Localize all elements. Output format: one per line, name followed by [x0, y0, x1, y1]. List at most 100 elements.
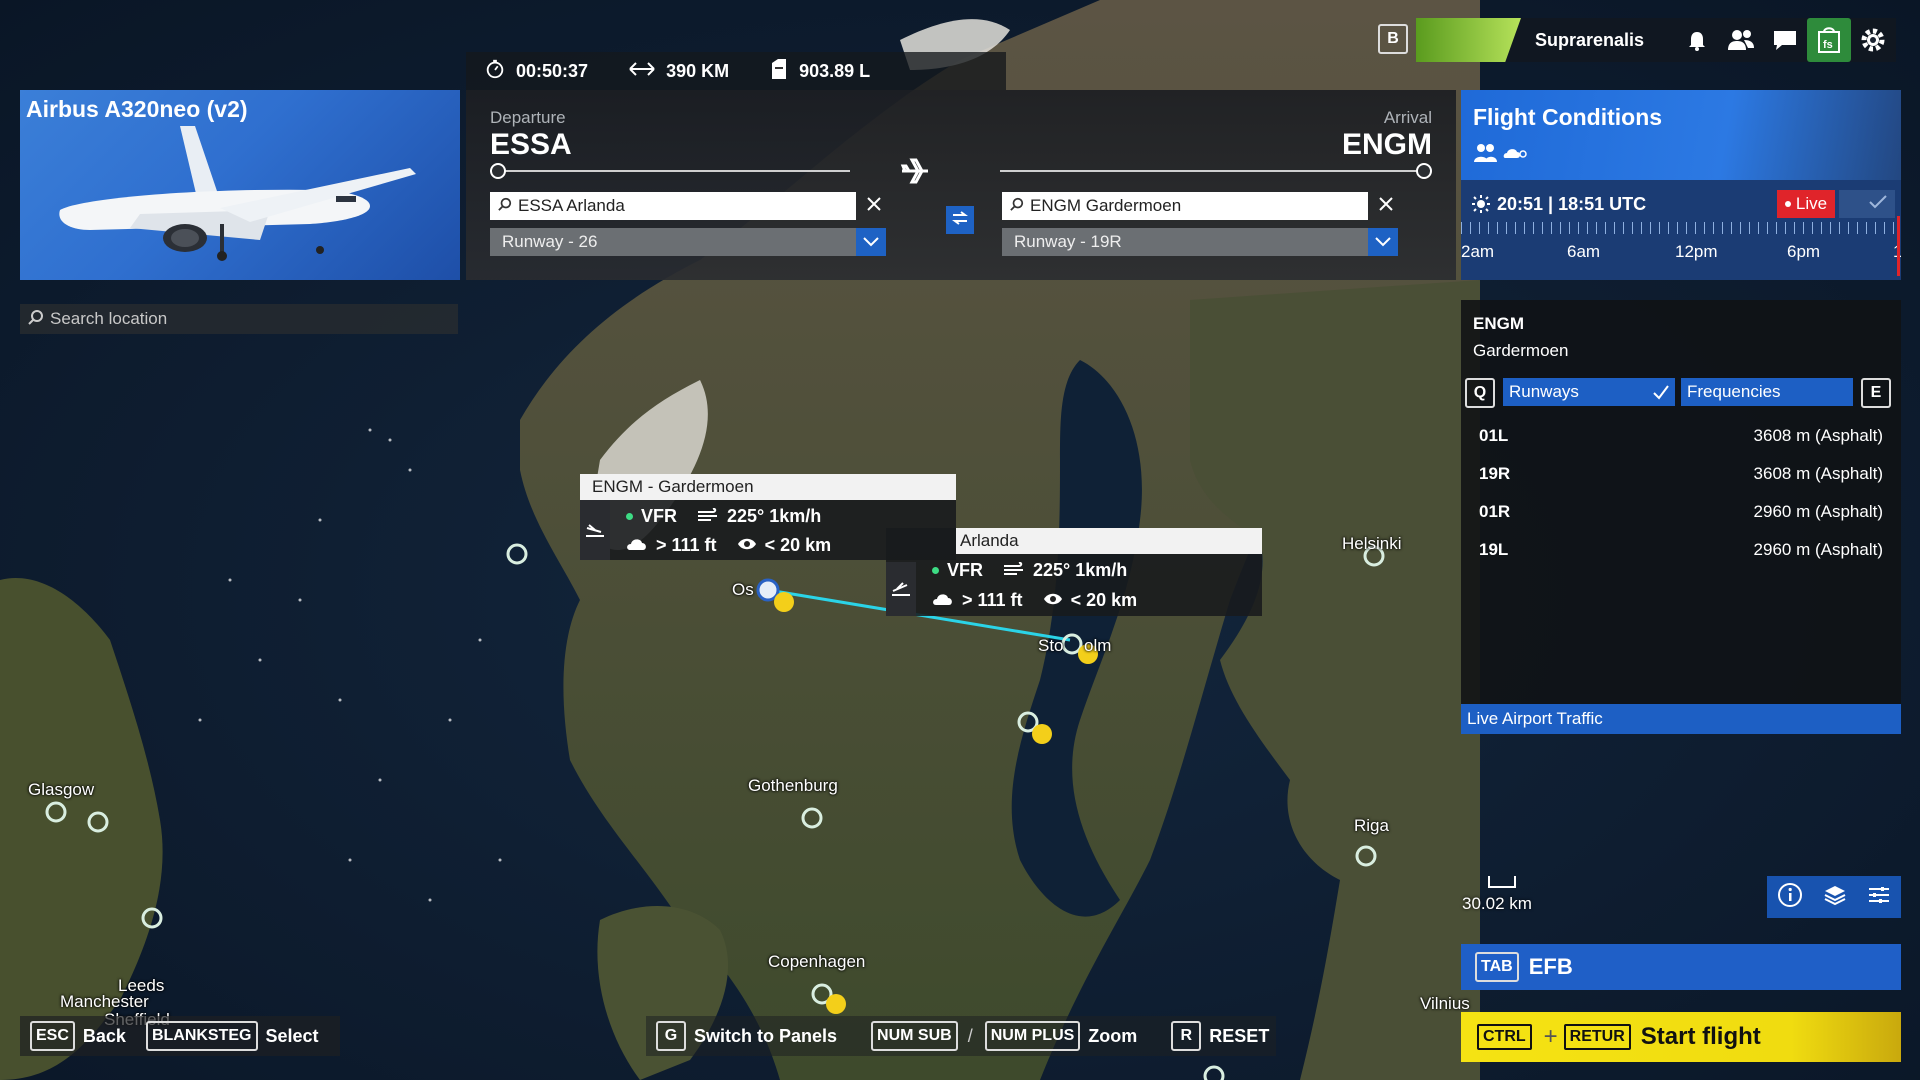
flight-distance: 390 KM	[628, 61, 729, 82]
flight-stats-bar: 00:50:37 390 KM 903.89 L	[466, 52, 1006, 90]
time-slider-handle[interactable]	[1897, 216, 1900, 276]
efb-key: TAB	[1475, 952, 1519, 982]
search-icon	[28, 309, 44, 330]
swap-icon	[951, 210, 969, 230]
runway-row[interactable]: 01R 2960 m (Asphalt)	[1479, 502, 1883, 522]
zoom-label[interactable]: Zoom	[1088, 1026, 1137, 1047]
flight-time: 00:50:37	[484, 58, 588, 85]
vfr-dot-icon	[932, 567, 939, 574]
live-airport-traffic-bar[interactable]: Live Airport Traffic	[1461, 704, 1901, 734]
departure-runway-dropdown[interactable]: Runway - 26	[490, 228, 886, 256]
info-icon[interactable]	[1777, 882, 1803, 913]
prev-tab-key[interactable]: Q	[1465, 378, 1495, 408]
space-key[interactable]: BLANKSTEG	[145, 1021, 258, 1051]
live-airport-traffic-label: Live Airport Traffic	[1467, 709, 1603, 728]
back-label[interactable]: Back	[83, 1026, 126, 1047]
next-tab-key[interactable]: E	[1861, 378, 1891, 408]
stopwatch-icon	[484, 58, 506, 85]
reset-label[interactable]: RESET	[1209, 1026, 1269, 1047]
runway-info: 2960 m (Asphalt)	[1753, 540, 1883, 559]
aircraft-card[interactable]: Airbus A320neo (v2)	[20, 90, 460, 280]
city-label-manchester: Manchester	[60, 992, 149, 1011]
current-time: 20:51 | 18:51 UTC	[1497, 194, 1647, 214]
tooltip-arlanda[interactable]: Arlanda VFR 225° 1km/h > 111 ft < 20 km	[886, 528, 1262, 616]
live-button[interactable]: Live	[1777, 190, 1835, 218]
efb-button[interactable]: TAB EFB	[1461, 944, 1901, 990]
profile-badge[interactable]: B	[1378, 24, 1408, 54]
wind-value: 225° 1km/h	[1033, 560, 1128, 580]
search-location-placeholder: Search location	[50, 309, 168, 328]
city-label-riga: Riga	[1354, 816, 1389, 835]
live-dot-icon	[1784, 201, 1791, 207]
clear-arrival-button[interactable]	[1372, 192, 1400, 220]
arrival-runway-dropdown[interactable]: Runway - 19R	[1002, 228, 1398, 256]
g-key[interactable]: G	[656, 1021, 686, 1051]
username[interactable]: Suprarenalis	[1535, 30, 1675, 51]
search-location-field[interactable]: Search location	[20, 304, 458, 334]
city-label-copenhagen: Copenhagen	[768, 952, 866, 971]
settings-icon[interactable]	[1851, 18, 1895, 62]
tab-runways[interactable]: Runways	[1503, 378, 1675, 406]
time-label-6am: 6am	[1567, 242, 1601, 261]
departure-airport-field[interactable]: ESSA Arlanda	[490, 192, 856, 220]
chevron-down-icon	[1368, 228, 1398, 256]
runway-row[interactable]: 19L 2960 m (Asphalt)	[1479, 540, 1883, 560]
swap-route-button[interactable]	[946, 206, 974, 234]
fuel-can-icon	[769, 58, 789, 85]
r-key[interactable]: R	[1171, 1021, 1202, 1051]
tab-frequencies[interactable]: Frequencies	[1681, 378, 1853, 406]
select-label[interactable]: Select	[266, 1026, 319, 1047]
fs-marketplace-icon[interactable]: fs	[1807, 18, 1851, 62]
num-plus-key[interactable]: NUM PLUS	[984, 1021, 1081, 1051]
flight-conditions-panel[interactable]: Flight Conditions 20:51 | 18:51 UTC Live…	[1461, 90, 1901, 280]
num-sub-key[interactable]: NUM SUB	[871, 1021, 958, 1051]
efb-label: EFB	[1528, 954, 1573, 979]
scale-value: 30.02 km	[1462, 894, 1532, 913]
airplane-icon	[900, 158, 930, 189]
live-toggle[interactable]	[1839, 190, 1895, 218]
visibility-value: < 20 km	[764, 535, 832, 555]
checkmark-icon	[1653, 384, 1669, 405]
start-flight-button[interactable]: CTRL + RETUR Start flight	[1461, 1012, 1901, 1062]
chat-icon[interactable]	[1763, 18, 1807, 62]
flight-rules: VFR	[641, 506, 677, 526]
flight-time-value: 00:50:37	[516, 60, 589, 81]
runway-id: 19R	[1479, 464, 1511, 483]
key-separator: /	[967, 1025, 973, 1046]
runway-row[interactable]: 01L 3608 m (Asphalt)	[1479, 426, 1883, 446]
runway-id: 19L	[1479, 540, 1509, 559]
arrival-label: Arrival	[1383, 108, 1432, 127]
cloud-icon	[932, 590, 954, 611]
runway-info: 3608 m (Asphalt)	[1753, 464, 1883, 483]
runway-row[interactable]: 19R 3608 m (Asphalt)	[1479, 464, 1883, 484]
bottom-controls-left: ESC Back BLANKSTEG Select	[20, 1016, 340, 1056]
filters-icon[interactable]	[1867, 885, 1891, 910]
friends-icon[interactable]	[1719, 18, 1763, 62]
weather-people-icon	[1473, 142, 1531, 169]
arrival-airport-value: ENGM Gardermoen	[1030, 196, 1182, 215]
start-flight-label: Start flight	[1640, 1023, 1761, 1050]
arrival-airport-field[interactable]: ENGM Gardermoen	[1002, 192, 1368, 220]
time-label-6pm: 6pm	[1787, 242, 1821, 261]
esc-key[interactable]: ESC	[30, 1021, 75, 1051]
search-icon	[498, 196, 512, 216]
close-icon	[1378, 196, 1394, 217]
user-level-bar	[1416, 18, 1521, 62]
tooltip-row: > 111 ft < 20 km	[932, 590, 1137, 611]
live-label: Live	[1795, 194, 1828, 213]
sun-icon	[1471, 194, 1491, 219]
layers-icon[interactable]	[1823, 884, 1847, 911]
bottom-controls-center: G Switch to Panels NUM SUB / NUM PLUS Zo…	[646, 1016, 1276, 1056]
departure-runway-value: Runway - 26	[502, 232, 598, 251]
departure-code: ESSA	[490, 128, 572, 161]
scale-bar	[1488, 876, 1516, 888]
tooltip-title: ENGM - Gardermoen	[580, 474, 956, 500]
clear-departure-button[interactable]	[860, 192, 888, 220]
switch-to-panels-label[interactable]: Switch to Panels	[694, 1026, 837, 1047]
flight-fuel-value: 903.89 L	[799, 60, 871, 81]
eye-icon	[1043, 590, 1063, 611]
departure-airport-value: ESSA Arlanda	[518, 196, 625, 215]
plus-sign: +	[1543, 1023, 1558, 1050]
bell-icon[interactable]	[1675, 18, 1719, 62]
arrival-dot	[1416, 163, 1432, 179]
